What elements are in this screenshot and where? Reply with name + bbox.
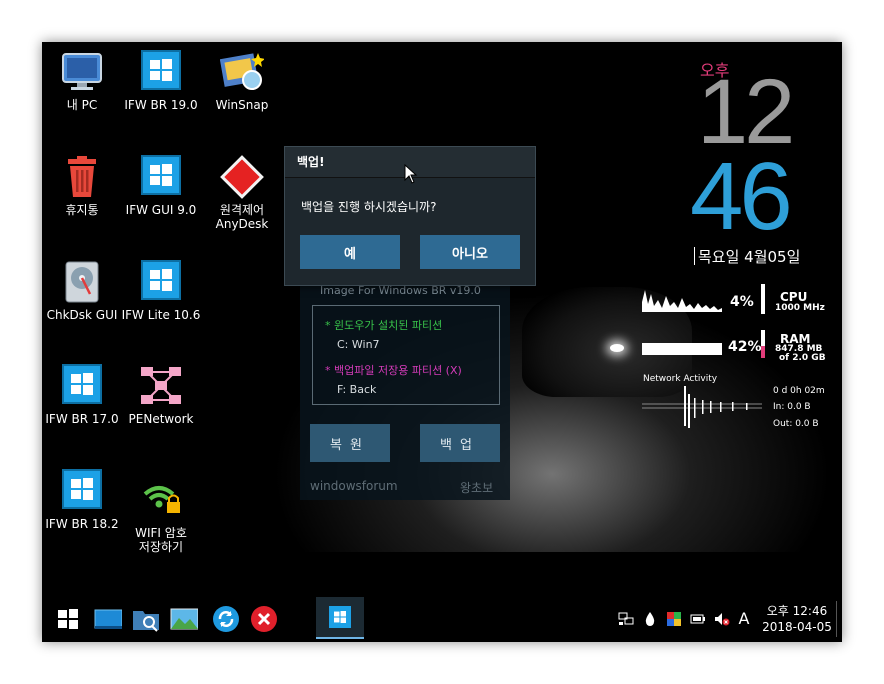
trash-icon [60, 155, 104, 199]
restore-button[interactable]: 복원 [310, 424, 390, 462]
taskbar-clock[interactable]: 오후 12:46 2018-04-05 [760, 603, 834, 635]
desktop-icon-ifw-lite-10[interactable]: IFW Lite 10.6 [116, 260, 206, 322]
color-tray-icon[interactable] [666, 611, 682, 627]
desktop-icon-label: 저장하기 [138, 540, 184, 554]
taskbar-date: 2018-04-05 [762, 620, 832, 634]
speaker-muted-tray-icon[interactable] [714, 611, 730, 627]
desktop-icon-winsnap[interactable]: WinSnap [197, 50, 287, 112]
monitor-icon [60, 50, 104, 94]
network-graph [642, 386, 762, 428]
desktop-icon-label: IFW BR 17.0 [45, 412, 119, 426]
winsnap-icon [219, 50, 265, 94]
desktop-icon-penetwork[interactable]: PENetwork [116, 364, 206, 426]
yes-button[interactable]: 예 [300, 235, 400, 269]
footer-author: 왕초보 [460, 481, 494, 495]
desktop-icon-label: IFW BR 18.2 [45, 517, 119, 531]
windows-app-icon [62, 364, 102, 404]
windows-app-icon [141, 50, 181, 90]
water-drop-tray-icon[interactable] [642, 611, 658, 627]
anydesk-icon [220, 155, 264, 199]
ram-percent: 42% [728, 339, 762, 355]
ram-graph [642, 343, 722, 355]
ime-indicator[interactable]: A [736, 611, 752, 627]
car-headlight [610, 344, 624, 352]
desktop-icon-label: IFW BR 19.0 [124, 98, 198, 112]
taskbar-time: 오후 12:46 [766, 604, 828, 618]
desktop-icon-ifw-br-17[interactable]: IFW BR 17.0 [42, 364, 127, 426]
desktop-icon-wifi-password[interactable]: WIFI 암호 저장하기 [116, 478, 206, 554]
hard-disk-icon [60, 260, 104, 304]
cpu-level-bar [761, 284, 765, 314]
desktop-icon-ifw-br-18[interactable]: IFW BR 18.2 [42, 469, 127, 531]
desktop-icon-ifw-br-19[interactable]: IFW BR 19.0 [116, 50, 206, 112]
cpu-percent: 4% [730, 294, 754, 310]
desktop-icon-label: 휴지통 [65, 203, 99, 217]
desktop-icon-label: AnyDesk [215, 217, 269, 231]
no-button[interactable]: 아니오 [420, 235, 520, 269]
network-uptime: 0 d 0h 02m [773, 386, 825, 396]
network-out: Out: 0.0 B [773, 419, 819, 429]
desktop-icon-label: 원격제어 [219, 203, 265, 217]
os-partition-label: * 윈도우가 설치된 파티션 [325, 319, 443, 332]
backup-button[interactable]: 백업 [420, 424, 500, 462]
desktop-screen-icon [94, 609, 123, 629]
mouse-cursor-icon [404, 164, 418, 184]
start-button[interactable] [54, 605, 82, 633]
windows-app-icon [329, 606, 351, 628]
folder-search-icon [133, 611, 159, 632]
ram-total: of 2.0 GB [779, 353, 826, 363]
sync-icon [213, 606, 239, 632]
taskbar-image-button[interactable] [170, 605, 199, 633]
windows-app-icon [62, 469, 102, 509]
desktop: 내 PC 휴지통 ChkDsk GUI IFW BR 17.0 IFW BR 1… [42, 42, 842, 642]
desktop-icon-recycle-bin[interactable]: 휴지통 [42, 155, 127, 217]
footer-site: windowsforum [310, 479, 398, 493]
taskbar-sync-button[interactable] [212, 605, 240, 633]
taskbar-desktop-button[interactable] [94, 605, 123, 633]
wifi-lock-icon [139, 478, 183, 522]
cpu-graph [642, 290, 722, 312]
desktop-icon-label: WinSnap [215, 98, 269, 112]
network-in: In: 0.0 B [773, 402, 811, 412]
windows-app-icon [141, 155, 181, 195]
desktop-icon-label: 내 PC [66, 98, 98, 112]
desktop-icon-ifw-gui-9[interactable]: IFW GUI 9.0 [116, 155, 206, 217]
red-close-icon [251, 606, 277, 632]
network-tray-icon[interactable] [618, 611, 634, 627]
desktop-icon-label: IFW Lite 10.6 [121, 308, 201, 322]
os-partition-value: C: Win7 [337, 338, 380, 351]
desktop-icon-label: WIFI 암호 [135, 526, 187, 540]
taskbar-active-app[interactable] [316, 597, 364, 639]
desktop-icon-label: ChkDsk GUI [46, 308, 118, 322]
dialog-message: 백업을 진행 하시겠습니까? [301, 200, 437, 214]
backup-app-window: Image For Windows BR v19.0 * 윈도우가 설치된 파티… [300, 282, 510, 500]
ram-level-fill [761, 346, 765, 358]
store-partition-label: * 백업파일 저장용 파티션 (X) [325, 364, 462, 377]
desktop-icon-label: PENetwork [128, 412, 194, 426]
desktop-icon-anydesk[interactable]: 원격제어 AnyDesk [197, 155, 287, 231]
cpu-label: CPU [780, 290, 808, 304]
desktop-icon-my-pc[interactable]: 내 PC [42, 50, 127, 112]
desktop-icon-label: IFW GUI 9.0 [125, 203, 197, 217]
partition-info-box: * 윈도우가 설치된 파티션 C: Win7 * 백업파일 저장용 파티션 (X… [312, 305, 500, 405]
taskbar: A 오후 12:46 2018-04-05 [42, 597, 842, 642]
clock-minute: 46 [690, 143, 793, 250]
date-divider [694, 247, 695, 265]
landscape-image-icon [170, 608, 199, 630]
show-desktop-divider[interactable] [836, 601, 837, 637]
battery-tray-icon[interactable] [690, 611, 706, 627]
clock-date: 목요일 4월05일 [698, 248, 801, 266]
taskbar-close-button[interactable] [250, 605, 278, 633]
desktop-icon-chkdsk[interactable]: ChkDsk GUI [42, 260, 127, 322]
windows-start-icon [58, 609, 78, 629]
store-partition-value: F: Back [337, 383, 377, 396]
windows-app-icon [141, 260, 181, 300]
taskbar-explorer-button[interactable] [132, 605, 160, 633]
cpu-frequency: 1000 MHz [775, 303, 825, 313]
network-diagram-icon [139, 364, 183, 408]
